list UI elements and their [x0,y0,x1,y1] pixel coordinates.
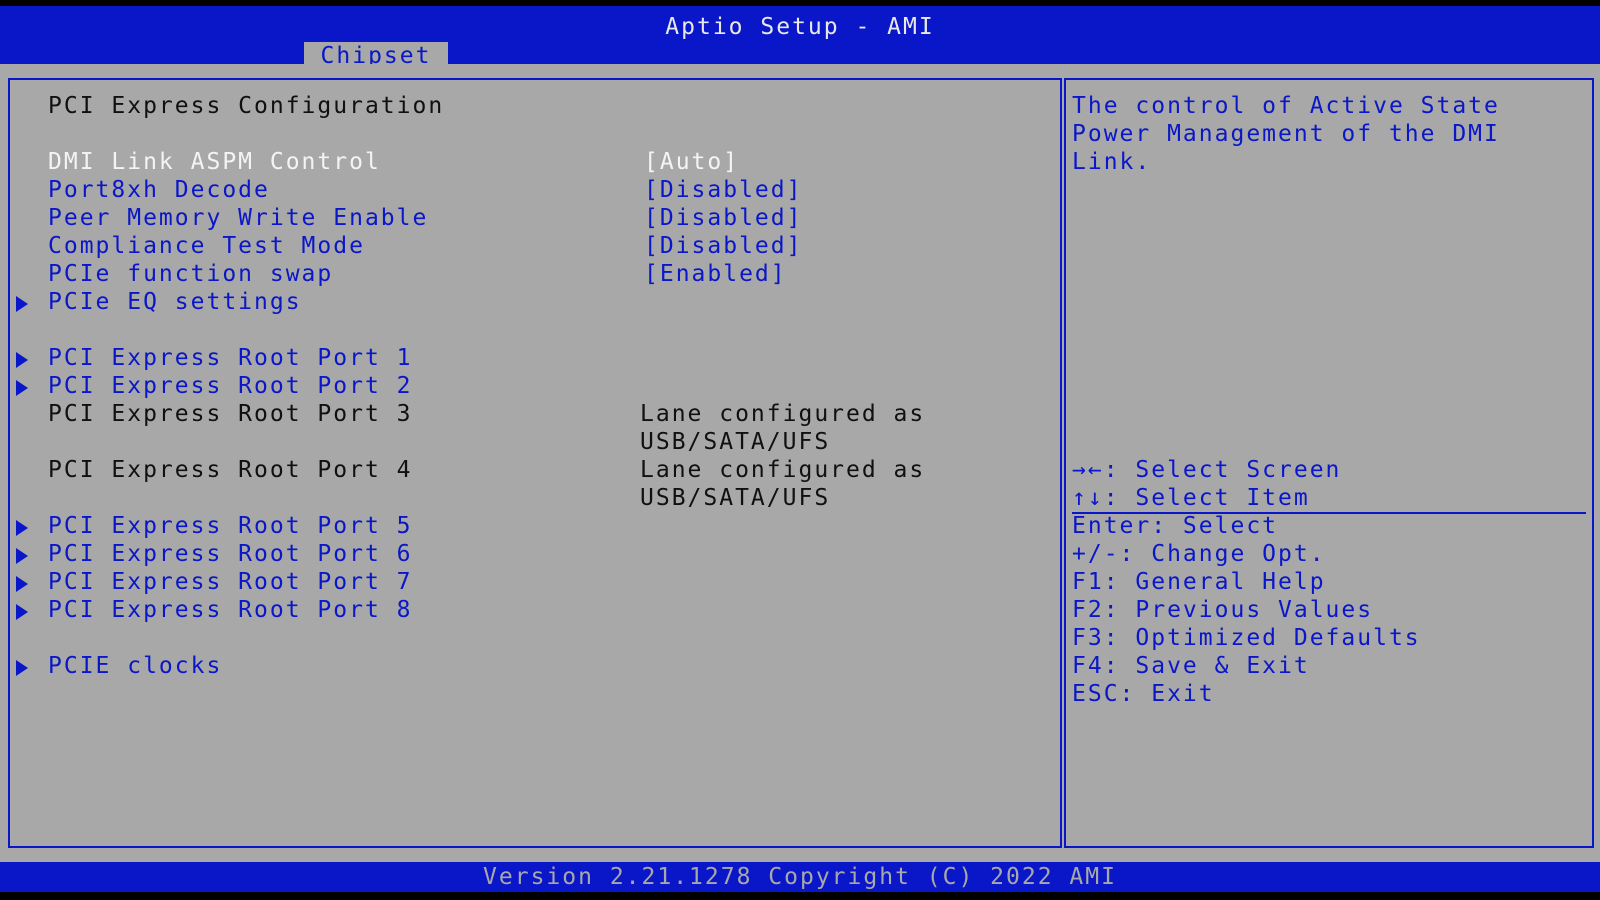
disabled-root-port-4-status: USB/SATA/UFS [0,485,1050,513]
setting-row-dmi-aspm[interactable]: DMI Link ASPM Control [Auto] [0,149,1050,177]
key-hint-f4: F4: Save & Exit [1072,653,1310,679]
submenu-arrow-icon [16,660,28,676]
submenu-root-port-6[interactable]: PCI Express Root Port 6 [0,541,1050,569]
submenu-arrow-icon [16,296,28,312]
setting-value[interactable]: [Disabled] [644,233,802,259]
port-label: PCI Express Root Port 3 [48,401,413,427]
submenu-label: PCI Express Root Port 8 [48,597,413,623]
port-status: USB/SATA/UFS [640,429,831,455]
setting-value[interactable]: [Disabled] [644,177,802,203]
help-text-line: Link. [1072,149,1152,175]
disabled-root-port-3: PCI Express Root Port 3 Lane configured … [0,401,1050,429]
submenu-arrow-icon [16,352,28,368]
submenu-label: PCI Express Root Port 7 [48,569,413,595]
setting-value[interactable]: [Disabled] [644,205,802,231]
disabled-root-port-4: PCI Express Root Port 4 Lane configured … [0,457,1050,485]
app-title: Aptio Setup - AMI [665,14,935,40]
submenu-label: PCI Express Root Port 6 [48,541,413,567]
submenu-arrow-icon [16,548,28,564]
setting-value[interactable]: [Auto] [644,149,739,175]
submenu-arrow-icon [16,380,28,396]
submenu-root-port-2[interactable]: PCI Express Root Port 2 [0,373,1050,401]
help-text-line: The control of Active State [1072,93,1500,119]
disabled-root-port-3-status: USB/SATA/UFS [0,429,1050,457]
page-heading-row: PCI Express Configuration [0,93,442,121]
submenu-root-port-5[interactable]: PCI Express Root Port 5 [0,513,1050,541]
key-hint-f2: F2: Previous Values [1072,597,1374,623]
version-text: Version 2.21.1278 Copyright (C) 2022 AMI [483,864,1117,890]
submenu-arrow-icon [16,520,28,536]
submenu-label: PCIE clocks [48,653,223,679]
submenu-eq-settings[interactable]: PCIe EQ settings [0,289,1050,317]
submenu-label: PCI Express Root Port 2 [48,373,413,399]
help-text-line: Power Management of the DMI [1072,121,1500,147]
port-label: PCI Express Root Port 4 [48,457,413,483]
setting-row-port8xh[interactable]: Port8xh Decode [Disabled] [0,177,1050,205]
submenu-arrow-icon [16,604,28,620]
setting-label: Peer Memory Write Enable [48,205,429,231]
submenu-label: PCI Express Root Port 1 [48,345,413,371]
title-bar: Aptio Setup - AMI Chipset [0,6,1600,70]
key-hint-change-opt: +/-: Change Opt. [1072,541,1326,567]
setting-label: Port8xh Decode [48,177,270,203]
page-heading: PCI Express Configuration [48,93,445,119]
setting-label: DMI Link ASPM Control [48,149,381,175]
setting-row-function-swap[interactable]: PCIe function swap [Enabled] [0,261,1050,289]
port-status: USB/SATA/UFS [640,485,831,511]
key-hint-f3: F3: Optimized Defaults [1072,625,1421,651]
port-status: Lane configured as [640,457,926,483]
submenu-root-port-8[interactable]: PCI Express Root Port 8 [0,597,1050,625]
setting-value[interactable]: [Enabled] [644,261,787,287]
key-hint-esc: ESC: Exit [1072,681,1215,707]
submenu-label: PCI Express Root Port 5 [48,513,413,539]
submenu-label: PCIe EQ settings [48,289,302,315]
submenu-pcie-clocks[interactable]: PCIE clocks [0,653,1050,681]
setting-row-compliance[interactable]: Compliance Test Mode [Disabled] [0,233,1050,261]
setting-row-peer-memory[interactable]: Peer Memory Write Enable [Disabled] [0,205,1050,233]
port-status: Lane configured as [640,401,926,427]
setting-label: Compliance Test Mode [48,233,365,259]
submenu-root-port-7[interactable]: PCI Express Root Port 7 [0,569,1050,597]
submenu-arrow-icon [16,576,28,592]
setting-label: PCIe function swap [48,261,334,287]
key-hint-enter: Enter: Select [1072,513,1279,539]
status-bar: Version 2.21.1278 Copyright (C) 2022 AMI [0,862,1600,892]
key-hint-f1: F1: General Help [1072,569,1326,595]
submenu-root-port-1[interactable]: PCI Express Root Port 1 [0,345,1050,373]
key-hint-select-item: ↑↓: Select Item [1072,485,1310,511]
key-hint-select-screen: →←: Select Screen [1072,457,1342,483]
